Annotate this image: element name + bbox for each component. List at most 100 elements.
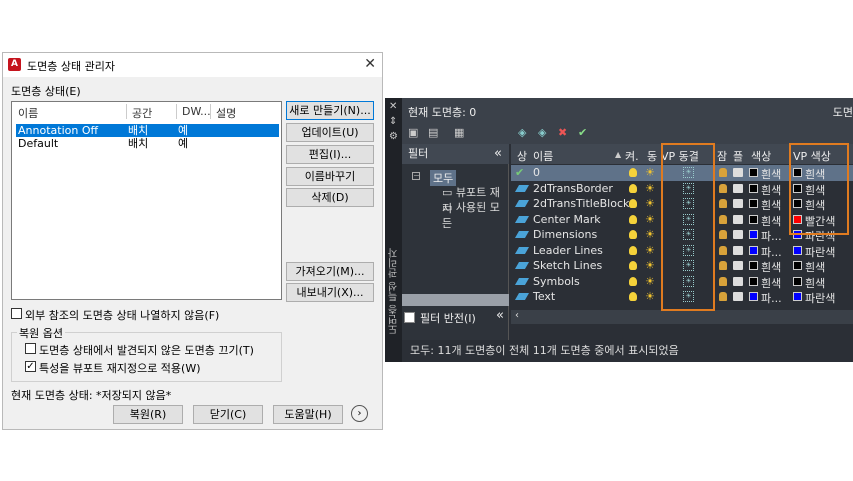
col-desc[interactable]: 설명 [216, 105, 236, 121]
col-status[interactable]: 상 [517, 148, 527, 164]
folder-icon[interactable]: ▤ [428, 126, 438, 139]
color-swatch[interactable] [749, 168, 758, 177]
color-swatch[interactable] [749, 183, 758, 193]
bulb-icon[interactable] [629, 168, 637, 177]
layer-states-list[interactable]: 이름 공간 DW... 설명 Annotation Off 배치 예 Defau… [11, 101, 282, 300]
update-button[interactable]: 업데이트(U) [286, 123, 374, 142]
col-dw[interactable]: DW... [182, 105, 211, 118]
close-icon[interactable]: ✕ [389, 101, 397, 112]
layer-states-label: 도면층 상태(E) [11, 85, 81, 98]
sun-icon[interactable]: ☀ [645, 167, 656, 178]
lock-icon[interactable] [719, 261, 727, 270]
color-swatch[interactable] [749, 292, 758, 301]
layer-states-icon[interactable]: ▦ [454, 126, 464, 139]
bulb-icon[interactable] [629, 214, 637, 224]
col-space[interactable]: 공간 [132, 105, 152, 121]
printer-icon[interactable] [733, 183, 743, 193]
color-swatch[interactable] [749, 261, 758, 270]
new-state-button[interactable]: 새로 만들기(N)... [286, 101, 374, 120]
grid-scrollbar[interactable]: ‹ [511, 310, 853, 324]
printer-icon[interactable] [733, 292, 743, 301]
collapse-icon[interactable]: « [494, 146, 502, 161]
color-swatch[interactable] [749, 230, 758, 239]
printer-icon[interactable] [733, 199, 743, 208]
color-swatch[interactable] [749, 276, 758, 286]
lock-icon[interactable] [719, 214, 727, 224]
col-color[interactable]: 색상 [751, 148, 771, 164]
bulb-icon[interactable] [629, 276, 637, 286]
bulb-icon[interactable] [629, 199, 637, 208]
restore-button[interactable]: 복원(R) [113, 405, 183, 424]
tree-expand-icon[interactable]: − [412, 172, 420, 180]
col-name[interactable]: 이름 [533, 148, 553, 164]
sun-icon[interactable]: ☀ [645, 214, 656, 225]
printer-icon[interactable] [733, 230, 743, 239]
col-freeze[interactable]: 동 [647, 148, 657, 164]
new-layer-icon[interactable]: ◈ [518, 126, 526, 139]
list-item[interactable]: Annotation Off 배치 예 [16, 124, 279, 137]
rename-button[interactable]: 이름바꾸기 [286, 167, 374, 186]
vp-override-checkbox[interactable]: ✓ [25, 361, 36, 372]
col-on[interactable]: 켜. [625, 148, 639, 164]
close-icon[interactable]: ✕ [364, 56, 376, 72]
bulb-icon[interactable] [629, 292, 637, 301]
filter-scrollbar[interactable] [402, 294, 509, 306]
sun-icon[interactable]: ☀ [645, 276, 656, 287]
layer-name: Leader Lines [533, 243, 603, 257]
printer-icon[interactable] [733, 245, 743, 255]
vp-color-swatch[interactable] [793, 276, 802, 286]
collapse-filter-icon[interactable]: « [496, 308, 504, 323]
settings-icon[interactable]: ⚙ [389, 131, 398, 142]
vp-color-swatch[interactable] [793, 245, 802, 255]
printer-icon[interactable] [733, 276, 743, 286]
sun-icon[interactable]: ☀ [645, 198, 656, 209]
lock-icon[interactable] [719, 276, 727, 286]
col-lock[interactable]: 잠 [717, 148, 727, 164]
lock-icon[interactable] [719, 230, 727, 239]
delete-button[interactable]: 삭제(D) [286, 188, 374, 207]
printer-icon[interactable] [733, 168, 743, 177]
col-plot[interactable]: 플 [733, 148, 743, 164]
delete-layer-icon[interactable]: ✖ [558, 126, 567, 139]
printer-icon[interactable] [733, 261, 743, 270]
printer-icon[interactable] [733, 214, 743, 224]
color-swatch[interactable] [749, 199, 758, 208]
bulb-icon[interactable] [629, 245, 637, 255]
layer-icon [514, 231, 530, 238]
bulb-icon[interactable] [629, 230, 637, 239]
sun-icon[interactable]: ☀ [645, 260, 656, 271]
close-button[interactable]: 닫기(C) [193, 405, 263, 424]
filter-used[interactable]: ▭ 사용된 모든 [442, 199, 508, 231]
sun-icon[interactable]: ☀ [645, 291, 656, 302]
lock-icon[interactable] [719, 199, 727, 208]
new-filter-icon[interactable]: ▣ [408, 126, 418, 139]
lock-icon[interactable] [719, 183, 727, 193]
export-button[interactable]: 내보내기(X)... [286, 283, 374, 302]
invert-filter-checkbox[interactable] [404, 312, 415, 323]
lock-icon[interactable] [719, 168, 727, 177]
lock-icon[interactable] [719, 245, 727, 255]
color-swatch[interactable] [749, 214, 758, 224]
vp-color-swatch[interactable] [793, 261, 802, 270]
sun-icon[interactable]: ☀ [645, 245, 656, 256]
sun-icon[interactable]: ☀ [645, 229, 656, 240]
vp-color-swatch[interactable] [793, 292, 802, 301]
bulb-icon[interactable] [629, 261, 637, 270]
auto-hide-icon[interactable]: ⇕ [389, 116, 397, 127]
set-current-icon[interactable]: ✔ [578, 126, 587, 139]
layer-states-manager-dialog: A 도면층 상태 관리자 ✕ 도면층 상태(E) 이름 공간 DW... 설명 … [2, 52, 383, 430]
lock-icon[interactable] [719, 292, 727, 301]
col-name[interactable]: 이름 [18, 105, 38, 121]
more-options-icon[interactable]: › [351, 405, 368, 422]
turn-off-checkbox[interactable] [25, 343, 36, 354]
new-vp-layer-icon[interactable]: ◈ [538, 126, 546, 139]
sun-icon[interactable]: ☀ [645, 183, 656, 194]
help-button[interactable]: 도움말(H) [273, 405, 343, 424]
color-swatch[interactable] [749, 245, 758, 255]
bulb-icon[interactable] [629, 183, 637, 193]
list-item[interactable]: Default 배치 예 [16, 137, 279, 150]
xref-checkbox[interactable] [11, 308, 22, 319]
edit-button[interactable]: 편집(I)... [286, 145, 374, 164]
import-button[interactable]: 가져오기(M)... [286, 262, 374, 281]
vp-color-name: 파란색 [805, 292, 836, 305]
